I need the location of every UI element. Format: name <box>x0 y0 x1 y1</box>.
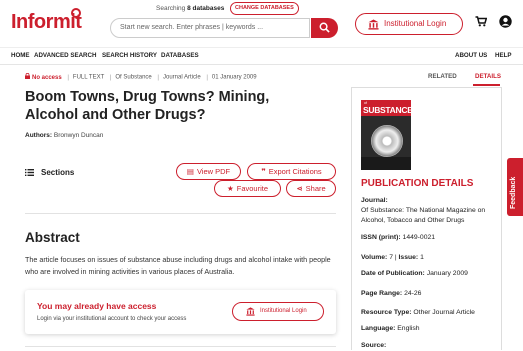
tab-related[interactable]: RELATED <box>428 73 457 80</box>
view-pdf-button[interactable]: ▤ View PDF <box>176 163 241 180</box>
journal-label: Journal: <box>361 197 388 204</box>
date-label: Date of Publication: <box>361 270 425 277</box>
share-label: Share <box>305 184 326 193</box>
nav-advanced-search[interactable]: ADVANCED SEARCH <box>34 52 96 59</box>
share-icon: ⋖ <box>296 184 303 193</box>
source-label: Of Substance <box>115 74 152 81</box>
favourite-label: Favourite <box>236 184 268 193</box>
issue-label: Issue: <box>398 254 419 261</box>
resource-type-label: Resource Type: <box>361 309 412 316</box>
logo-dot-icon <box>71 8 81 18</box>
databases-count: 8 databases <box>187 5 225 12</box>
volume-label: Volume: <box>361 254 388 261</box>
resource-type-detail: Resource Type: Other Journal Article <box>361 308 499 318</box>
issn-label: ISSN (print): <box>361 234 401 241</box>
access-institutional-login-button[interactable]: Institutional Login <box>232 302 324 321</box>
access-login-label: Institutional Login <box>260 308 307 314</box>
page-range-label: Page Range: <box>361 290 403 297</box>
resource-type-value: Other Journal Article <box>413 309 475 316</box>
abstract-text: The article focuses on issues of substan… <box>25 255 331 276</box>
view-pdf-label: View PDF <box>196 167 231 176</box>
main-nav: HOME ADVANCED SEARCH SEARCH HISTORY DATA… <box>0 47 523 65</box>
nav-help[interactable]: HELP <box>495 52 512 59</box>
nav-home[interactable]: HOME <box>11 52 30 59</box>
journal-detail: Journal: Of Substance: The National Maga… <box>361 196 499 226</box>
full-text-label: FULL TEXT <box>72 74 105 81</box>
nav-about-us[interactable]: ABOUT US <box>455 52 487 59</box>
list-icon <box>25 169 34 177</box>
language-detail: Language: English <box>361 324 499 334</box>
journal-cover-image[interactable]: of SUBSTANCE <box>361 100 411 170</box>
divider <box>25 213 336 214</box>
searching-prefix: Searching <box>156 5 186 12</box>
access-subtext: Login via your institutional account to … <box>37 316 187 322</box>
volume-value[interactable]: 7 <box>389 254 393 261</box>
star-icon: ★ <box>227 184 234 193</box>
cover-title: SUBSTANCE <box>363 105 411 115</box>
institution-icon <box>246 307 255 316</box>
quote-icon: ❞ <box>261 167 266 176</box>
date-value: January 2009 <box>426 270 468 277</box>
issn-value: 1449-0021 <box>402 234 436 241</box>
institutional-login-button[interactable]: Institutional Login <box>355 13 463 35</box>
feedback-tab[interactable]: Feedback <box>507 158 523 216</box>
search-button[interactable] <box>311 18 338 38</box>
feedback-label: Feedback <box>510 176 517 209</box>
article-title: Boom Towns, Drug Towns? Mining, Alcohol … <box>25 89 270 123</box>
logo-text-part1: Infor <box>11 11 53 33</box>
cart-icon[interactable] <box>475 16 487 27</box>
no-access-label: No access <box>32 74 62 81</box>
abstract-heading: Abstract <box>25 230 80 245</box>
lock-icon <box>25 72 30 79</box>
page-range-value: 24-26 <box>404 290 422 297</box>
nav-databases[interactable]: DATABASES <box>161 52 199 59</box>
panel-tabs: RELATED DETAILS <box>352 73 502 87</box>
source-detail-label: Source: <box>361 342 387 349</box>
author-name[interactable]: Bronwyn Duncan <box>54 132 104 139</box>
authors-label: Authors: <box>25 132 53 139</box>
issue-value[interactable]: 1 <box>420 254 424 261</box>
access-heading: You may already have access <box>37 301 157 311</box>
institution-icon <box>368 19 379 30</box>
divider <box>25 346 336 347</box>
nav-search-history[interactable]: SEARCH HISTORY <box>102 52 157 59</box>
sections-toggle[interactable]: Sections <box>25 168 74 177</box>
access-prompt: You may already have access Login via yo… <box>25 290 336 334</box>
header: Informit Searching 8 databases CHANGE DA… <box>0 0 523 46</box>
language-value: English <box>397 325 420 332</box>
volume-detail: Volume: 7 | Issue: 1 <box>361 254 424 261</box>
search-icon <box>319 22 330 33</box>
export-citations-label: Export Citations <box>268 167 322 176</box>
institutional-login-label: Institutional Login <box>384 19 447 28</box>
active-tab-indicator <box>473 84 500 86</box>
searching-status: Searching 8 databases <box>156 5 224 12</box>
share-button[interactable]: ⋖ Share <box>286 180 336 197</box>
article-type-label: Journal Article <box>162 74 201 81</box>
sections-label: Sections <box>41 168 75 177</box>
favourite-button[interactable]: ★ Favourite <box>214 180 281 197</box>
language-label: Language: <box>361 325 396 332</box>
article-meta: No access | FULL TEXT | Of Substance | Jour… <box>25 72 257 81</box>
publication-details-heading: PUBLICATION DETAILS <box>361 178 474 189</box>
article-date: 01 January 2009 <box>211 74 257 81</box>
publication-date-detail: Date of Publication: January 2009 <box>361 269 499 279</box>
journal-value[interactable]: Of Substance: The National Magazine on A… <box>361 207 485 224</box>
publication-details-panel: of SUBSTANCE PUBLICATION DETAILS Journal… <box>351 87 502 350</box>
tab-details[interactable]: DETAILS <box>475 73 501 80</box>
search-input[interactable]: Start new search. Enter phrases | keywor… <box>110 18 310 38</box>
export-citations-button[interactable]: ❞ Export Citations <box>247 163 336 180</box>
change-databases-button[interactable]: CHANGE DATABASES <box>230 2 299 15</box>
no-access-badge: No access <box>25 72 63 81</box>
pdf-icon: ▤ <box>186 167 194 176</box>
authors: Authors: Bronwyn Duncan <box>25 132 103 139</box>
issn-detail: ISSN (print): 1449-0021 <box>361 233 499 243</box>
user-icon[interactable] <box>499 15 512 28</box>
page-range-detail: Page Range: 24-26 <box>361 289 499 299</box>
